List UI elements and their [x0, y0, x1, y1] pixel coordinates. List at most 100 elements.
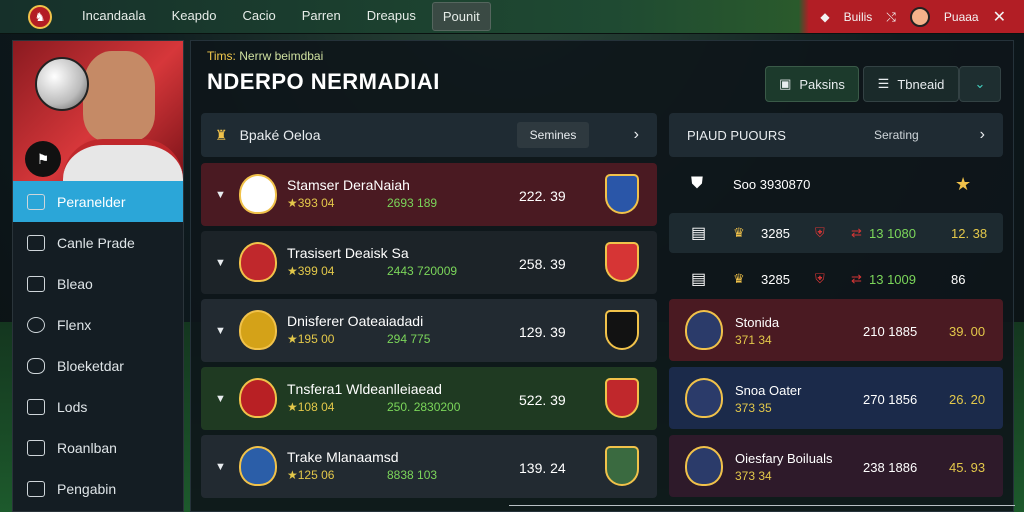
tbneaid-button[interactable]: ☰ Tbneaid: [863, 66, 959, 102]
player-shirt: [63, 139, 183, 181]
paksins-button[interactable]: ▣ Paksins: [765, 66, 859, 102]
expand-arrow-icon[interactable]: ▼: [215, 461, 226, 473]
sidebar-item-2[interactable]: Bleao: [13, 263, 183, 304]
transfer-row[interactable]: ▼ Trake Mlanaamsd ★125 06 8838 103 139. 24: [201, 435, 657, 498]
card-stat-1: 373 34: [735, 469, 772, 483]
card-stat-1: 373 35: [735, 401, 772, 415]
row-value-c: 12. 38: [951, 225, 988, 241]
row-value-a: 3285: [761, 271, 790, 287]
player-stat-1: ★125 06: [287, 468, 335, 482]
left-list-pill[interactable]: Semines: [517, 122, 589, 148]
right-card-row[interactable]: Snoa Oater 373 35 270 1856 26. 20: [669, 367, 1003, 429]
save-icon: ▣: [779, 76, 792, 91]
nav-item-5[interactable]: Pounit: [431, 2, 491, 31]
close-icon[interactable]: ✕: [993, 7, 1006, 27]
club-badge-icon[interactable]: ⚑: [25, 141, 61, 177]
top-item-1[interactable]: Builis: [844, 10, 873, 24]
right-list-sort[interactable]: Serating: [874, 128, 919, 142]
collapse-button[interactable]: ⌄: [959, 66, 1001, 102]
player-name: Trake Mlanaamsd: [287, 449, 399, 465]
left-list-header[interactable]: ♜ Bpaké Oeloa Semines ›: [201, 113, 657, 157]
card-stat-2: 238 1886: [863, 460, 918, 475]
card-stat-1: 371 34: [735, 333, 772, 347]
club-crest-icon: [605, 378, 639, 418]
left-list-title: Bpaké Oeloa: [239, 127, 321, 143]
card-stat-2: 270 1856: [863, 392, 918, 407]
expand-arrow-icon[interactable]: ▼: [215, 257, 226, 269]
sidebar-item-label: Roanlban: [57, 439, 117, 456]
expand-arrow-icon[interactable]: ▼: [215, 325, 226, 337]
right-plain-row[interactable]: ▤ ♛ 3285 ⛨ ⇄ 13 1080 12. 38: [669, 213, 1003, 253]
expand-arrow-icon[interactable]: ▼: [215, 189, 226, 201]
player-face: [83, 51, 155, 141]
club-crest-icon: [239, 174, 277, 214]
club-crest-icon: [685, 446, 723, 486]
row-value-c: 86: [951, 271, 966, 287]
chevron-right-icon[interactable]: ›: [980, 126, 985, 144]
avatar[interactable]: [909, 7, 930, 27]
club-logo[interactable]: ♞: [28, 4, 52, 29]
document-icon: ▤: [691, 225, 707, 242]
chevron-right-icon[interactable]: ›: [634, 126, 639, 144]
sidebar-item-label: Peranelder: [57, 193, 126, 210]
club-crest-icon: [605, 446, 639, 486]
nav-item-1[interactable]: Keapdo: [162, 2, 227, 31]
right-plain-row[interactable]: ▤ ♛ 3285 ⛨ ⇄ 13 1009 86: [669, 259, 1003, 299]
player-score: 139. 24: [519, 460, 566, 476]
right-card-row[interactable]: Stonida 371 34 210 1885 39. 00: [669, 299, 1003, 361]
card-stat-3: 26. 20: [949, 392, 986, 407]
sidebar-item-label: Lods: [57, 398, 88, 415]
player-score: 129. 39: [519, 324, 566, 340]
sidebar-item-label: Flenx: [57, 316, 92, 333]
player-stat-2: 250. 2830200: [387, 400, 461, 414]
sidebar-item-4[interactable]: Bloeketdar: [13, 345, 183, 386]
player-score: 258. 39: [519, 256, 566, 272]
top-item-2[interactable]: Puaaa: [944, 10, 979, 24]
shuffle-icon[interactable]: ⤭: [886, 10, 896, 25]
nav-item-2[interactable]: Cacio: [232, 2, 285, 31]
card-stat-3: 39. 00: [949, 324, 986, 339]
crest-icon: ⛨: [815, 225, 825, 240]
nav-item-0[interactable]: Incandaala: [72, 2, 156, 31]
lion-icon: ♛: [733, 271, 745, 286]
transfer-row[interactable]: ▼ Stamser DeraNaiah ★393 04 2693 189 222. 39: [201, 163, 657, 226]
sidebar-item-0[interactable]: Peranelder: [13, 181, 183, 222]
sidebar: ⚑ Peranelder Canle Prade Bleao Flenx Blo…: [12, 40, 184, 512]
circle-icon: [27, 316, 45, 333]
tbneaid-label: Tbneaid: [897, 76, 945, 92]
chat-icon: [27, 193, 45, 210]
player-name: Tnsfera1 Wldeanlleiaead: [287, 381, 442, 397]
club-crest-icon: [605, 242, 639, 282]
player-stat-2: 294 775: [387, 332, 431, 346]
sidebar-item-7[interactable]: Pengabin: [13, 468, 183, 509]
club-crest-icon: ♜: [215, 126, 228, 143]
nav-item-3[interactable]: Parren: [292, 2, 351, 31]
sidebar-item-6[interactable]: Roanlban: [13, 427, 183, 468]
player-hero: ⚑: [13, 41, 183, 181]
monitor-icon: [27, 275, 45, 292]
right-list-header[interactable]: PIAUD PUOURS Serating ›: [669, 113, 1003, 157]
player-stat-2: 2693 189: [387, 196, 438, 210]
expand-arrow-icon[interactable]: ▼: [215, 393, 226, 405]
transfer-row[interactable]: ▼ Tnsfera1 Wldeanlleiaead ★108 04 250. 2830…: [201, 367, 657, 430]
right-top-row[interactable]: ⛊ Soo 3930870 ★: [669, 161, 1003, 207]
transfer-icon: ⇄: [851, 225, 862, 240]
transfer-row[interactable]: ▼ Trasisert Deaisk Sa ★399 04 2443 720009 25…: [201, 231, 657, 294]
sidebar-item-label: Bleao: [57, 275, 93, 292]
sidebar-item-1[interactable]: Canle Prade: [13, 222, 183, 263]
player-stat-1: ★393 04: [287, 196, 335, 210]
row-value-b: 13 1080: [869, 225, 916, 241]
subtitle-label: Tims:: [207, 49, 236, 63]
page-header: Tims: Nerrw beimdbai NDERPO NERMADIAI: [207, 49, 440, 95]
gear-icon: [27, 357, 45, 374]
bell-icon[interactable]: ◆: [820, 10, 829, 24]
sidebar-item-3[interactable]: Flenx: [13, 304, 183, 345]
page-subtitle: Tims: Nerrw beimdbai: [207, 49, 440, 63]
nav-item-4[interactable]: Dreapus: [357, 2, 426, 31]
right-card-row[interactable]: Oiesfary Boiluals 373 34 238 1886 45. 93: [669, 435, 1003, 497]
player-stat-2: 8838 103: [387, 468, 438, 482]
football-icon: [35, 57, 89, 111]
sidebar-item-5[interactable]: Lods: [13, 386, 183, 427]
club-crest-icon: [239, 378, 277, 418]
transfer-row[interactable]: ▼ Dnisferer Oateaiadadi ★195 00 294 775 129.…: [201, 299, 657, 362]
